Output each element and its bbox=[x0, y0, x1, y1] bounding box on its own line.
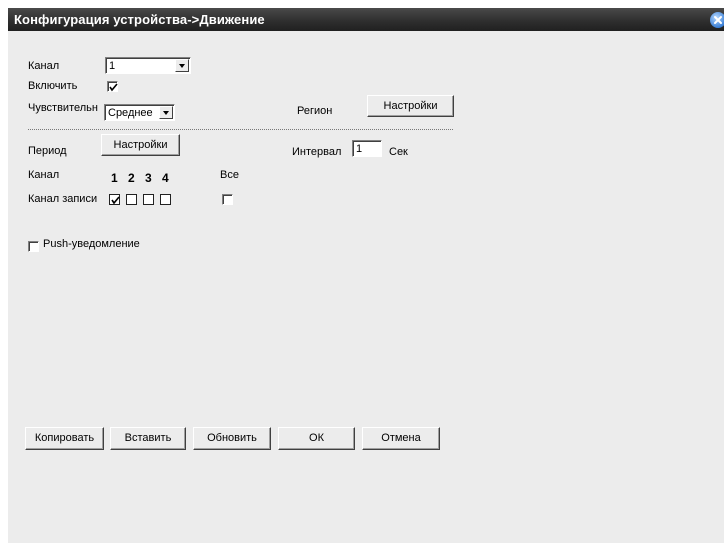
record-channel-3-checkbox[interactable] bbox=[143, 194, 154, 205]
paste-button[interactable]: Вставить bbox=[110, 427, 186, 450]
chevron-down-icon bbox=[159, 106, 173, 119]
record-channel-4-checkbox[interactable] bbox=[160, 194, 171, 205]
copy-button[interactable]: Копировать bbox=[25, 427, 104, 450]
interval-input-value: 1 bbox=[356, 143, 363, 155]
sensitivity-select-value: Среднее bbox=[108, 107, 153, 119]
channel-select-value: 1 bbox=[109, 60, 116, 72]
refresh-button[interactable]: Обновить bbox=[193, 427, 271, 450]
motion-config-window: Конфигурация устройства->Движение Канал … bbox=[8, 8, 724, 543]
record-all-checkbox[interactable] bbox=[222, 194, 233, 205]
channel-number-4: 4 bbox=[162, 171, 169, 185]
cancel-button-label: Отмена bbox=[381, 432, 421, 444]
refresh-button-label: Обновить bbox=[207, 432, 257, 444]
interval-label: Интервал bbox=[292, 146, 342, 158]
ok-button[interactable]: ОК bbox=[278, 427, 355, 450]
record-channel-label: Канал записи bbox=[28, 193, 98, 205]
push-label: Push-уведомление bbox=[43, 238, 140, 250]
region-label: Регион bbox=[297, 105, 333, 117]
channel-label: Канал bbox=[28, 60, 60, 72]
paste-button-label: Вставить bbox=[124, 432, 172, 444]
enable-checkbox[interactable] bbox=[107, 81, 118, 92]
enable-label: Включить bbox=[28, 80, 78, 92]
channels-row-label: Канал bbox=[28, 169, 60, 181]
period-settings-button-label: Настройки bbox=[113, 139, 168, 151]
record-channel-2-checkbox[interactable] bbox=[126, 194, 137, 205]
interval-unit: Сек bbox=[389, 146, 408, 158]
channel-select[interactable]: 1 bbox=[105, 57, 191, 74]
sensitivity-label: Чувствительн bbox=[28, 102, 98, 114]
region-settings-button-label: Настройки bbox=[383, 100, 438, 112]
sensitivity-select[interactable]: Среднее bbox=[104, 104, 175, 121]
cancel-button[interactable]: Отмена bbox=[362, 427, 440, 450]
record-channel-1-checkbox[interactable] bbox=[109, 194, 120, 205]
period-label: Период bbox=[28, 145, 67, 157]
all-label: Все bbox=[220, 169, 239, 181]
copy-button-label: Копировать bbox=[34, 432, 95, 444]
channel-number-1: 1 bbox=[111, 171, 118, 185]
chevron-down-icon bbox=[175, 59, 189, 72]
ok-button-label: ОК bbox=[309, 432, 324, 444]
channel-number-3: 3 bbox=[145, 171, 152, 185]
push-checkbox[interactable] bbox=[28, 241, 39, 252]
channel-number-2: 2 bbox=[128, 171, 135, 185]
window-title: Конфигурация устройства->Движение bbox=[14, 12, 265, 27]
title-bar: Конфигурация устройства->Движение bbox=[8, 8, 724, 31]
region-settings-button[interactable]: Настройки bbox=[367, 95, 454, 117]
interval-input[interactable]: 1 bbox=[352, 140, 382, 157]
close-icon[interactable] bbox=[710, 12, 724, 28]
divider bbox=[28, 129, 453, 130]
period-settings-button[interactable]: Настройки bbox=[101, 134, 180, 156]
